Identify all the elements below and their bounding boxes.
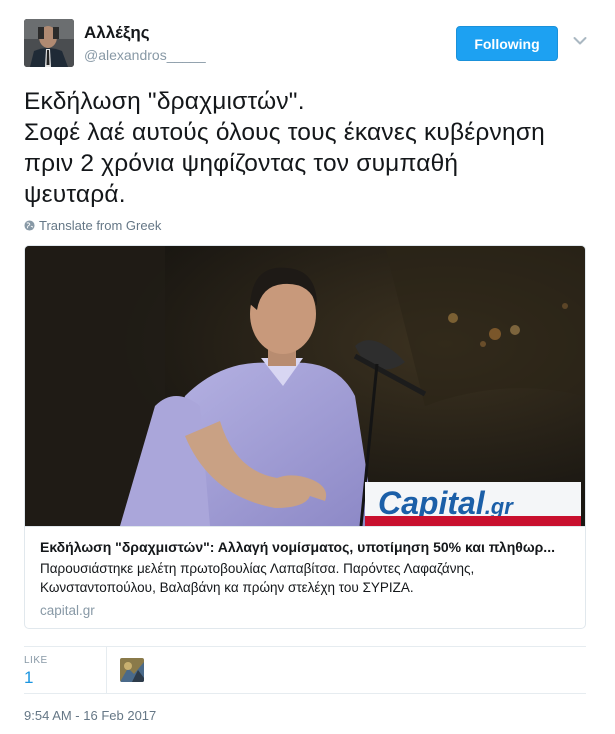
tweet-text: Εκδήλωση "δραχμιστών". Σοφέ λαέ αυτούς ό…	[24, 86, 604, 210]
card-description-line: Παρουσιάστηκε μελέτη πρωτοβουλίας Λαπαβί…	[40, 561, 475, 576]
tweet-text-line: Σοφέ λαέ αυτούς όλους τους έκανες κυβέρν…	[24, 119, 545, 146]
likes-count[interactable]: 1	[24, 668, 33, 688]
stats-separator	[106, 647, 107, 693]
card-domain[interactable]: capital.gr	[40, 603, 570, 618]
stats-top-divider	[24, 646, 586, 647]
link-card[interactable]: Capital.gr Εκδήλωση "δραχμιστών": Αλλαγή…	[24, 245, 586, 629]
following-button[interactable]: Following	[456, 26, 558, 61]
liker-avatar[interactable]	[120, 658, 144, 682]
card-body[interactable]: Εκδήλωση "δραχμιστών": Αλλαγή νομίσματος…	[25, 526, 585, 628]
capital-logo-name: Capital	[378, 485, 486, 521]
card-description-line: Κωνσταντοπούλου, Βαλαβάνη κα πρώην στελέ…	[40, 580, 414, 595]
author-avatar[interactable]	[24, 19, 74, 67]
liker-avatar-image	[120, 658, 144, 682]
translate-label[interactable]: Translate from Greek	[39, 218, 161, 233]
author-name[interactable]: Αλλέξης	[84, 23, 150, 43]
translate-link[interactable]: Translate from Greek	[24, 218, 161, 233]
capital-logo-suffix: .gr	[485, 494, 515, 519]
chevron-down-icon[interactable]	[573, 36, 587, 46]
tweet-text-line: ψευταρά.	[24, 181, 126, 208]
tweet-container: Αλλέξης @alexandros_____ Following Εκδήλ…	[0, 0, 615, 734]
avatar-image	[24, 19, 74, 67]
globe-icon	[24, 220, 35, 231]
card-title[interactable]: Εκδήλωση "δραχμιστών": Αλλαγή νομίσματος…	[40, 539, 570, 555]
likes-label: LIKE	[24, 655, 48, 666]
tweet-text-line: πριν 2 χρόνια ψηφίζοντας τον συμπαθή	[24, 150, 459, 177]
card-image[interactable]: Capital.gr	[25, 246, 585, 526]
tweet-text-line: Εκδήλωση "δραχμιστών".	[24, 88, 305, 115]
card-description: Παρουσιάστηκε μελέτη πρωτοβουλίας Λαπαβί…	[40, 559, 570, 597]
tweet-timestamp[interactable]: 9:54 AM - 16 Feb 2017	[24, 708, 156, 723]
stats-bottom-divider	[24, 693, 586, 694]
author-handle[interactable]: @alexandros_____	[84, 47, 206, 63]
card-photo: Capital.gr	[25, 246, 585, 526]
